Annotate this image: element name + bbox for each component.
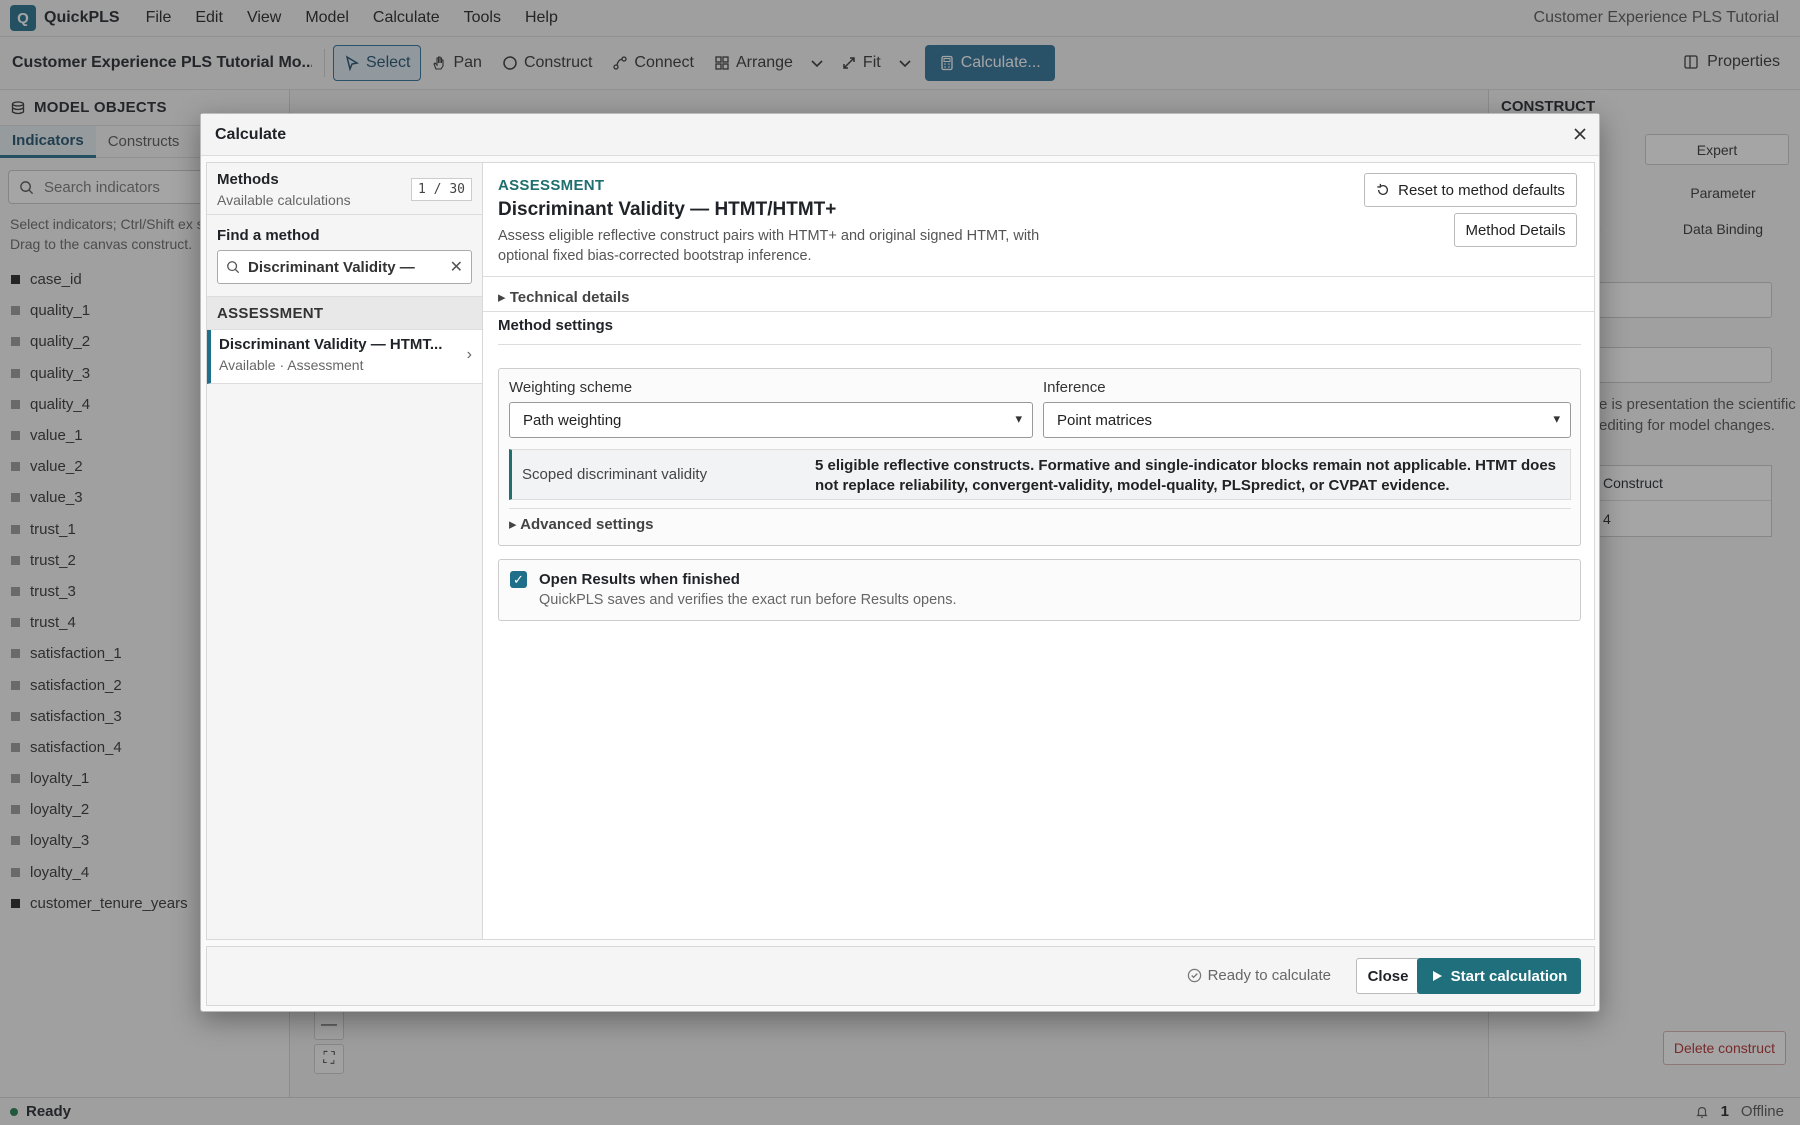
find-method-value: Discriminant Validity — [248, 258, 415, 276]
divider [483, 276, 1594, 277]
method-group-label: ASSESSMENT [207, 296, 482, 330]
method-detail: ASSESSMENT Discriminant Validity — HTMT/… [482, 162, 1595, 940]
reset-defaults-label: Reset to method defaults [1398, 181, 1565, 199]
advanced-settings-label: Advanced settings [520, 516, 654, 533]
caret-right-icon: ▸ [498, 289, 510, 306]
inference-value: Point matrices [1057, 411, 1153, 429]
dialog-title: Calculate [215, 125, 287, 143]
open-results-label: Open Results when finished [539, 571, 740, 588]
close-button-label: Close [1367, 967, 1409, 985]
methods-sidebar: Methods Available calculations 1 / 30 Fi… [206, 162, 482, 940]
scope-note-label: Scoped discriminant validity [522, 466, 708, 483]
search-icon [227, 261, 240, 274]
weighting-scheme-label: Weighting scheme [509, 379, 633, 396]
method-settings-heading: Method settings [498, 317, 613, 334]
methods-counter: 1 / 30 [411, 178, 472, 201]
weighting-scheme-select[interactable]: Path weighting ▾ [509, 402, 1033, 438]
play-icon [1432, 971, 1442, 981]
method-description: Assess eligible reflective construct pai… [498, 228, 1040, 264]
open-results-description: QuickPLS saves and verifies the exact ru… [539, 592, 957, 608]
method-title: Discriminant Validity — HTMT/HTMT+ [498, 199, 837, 220]
divider [509, 508, 1571, 509]
ready-status-text: Ready to calculate [1207, 967, 1331, 984]
find-method-label: Find a method [217, 227, 320, 244]
start-calculation-button[interactable]: Start calculation [1417, 958, 1581, 994]
method-category: ASSESSMENT [498, 177, 605, 194]
inference-select[interactable]: Point matrices ▾ [1043, 402, 1571, 438]
divider [498, 344, 1581, 345]
reset-defaults-button[interactable]: Reset to method defaults [1364, 173, 1577, 207]
open-results-option: ✓ Open Results when finished QuickPLS sa… [498, 559, 1581, 621]
close-glyph [1574, 128, 1586, 140]
method-list-item[interactable]: Discriminant Validity — HTMT... Availabl… [207, 330, 482, 384]
method-details-button[interactable]: Method Details [1454, 213, 1577, 247]
dialog-titlebar: Calculate [201, 114, 1599, 156]
methods-header: Methods Available calculations 1 / 30 [207, 163, 482, 215]
chevron-down-icon: ▾ [1553, 411, 1560, 426]
method-item-name: Discriminant Validity — HTMT... [219, 336, 443, 353]
reset-icon [1377, 183, 1389, 196]
caret-right-icon: ▸ [509, 516, 521, 533]
scope-note: Scoped discriminant validity 5 eligible … [509, 449, 1571, 500]
divider [483, 311, 1594, 312]
dialog-footer: Ready to calculate Close Start calculati… [206, 946, 1595, 1006]
close-icon[interactable] [1573, 124, 1587, 147]
start-calculation-label: Start calculation [1450, 967, 1568, 985]
chevron-right-icon: › [466, 346, 472, 363]
scope-note-text: 5 eligible reflective constructs. Format… [815, 457, 1557, 494]
calculate-dialog: Calculate Methods Available calculations… [200, 113, 1600, 1012]
check-circle-icon [1187, 968, 1201, 983]
inference-label: Inference [1043, 379, 1106, 396]
settings-group: Weighting scheme Path weighting ▾ Infere… [498, 368, 1581, 546]
open-results-checkbox[interactable]: ✓ [510, 571, 527, 588]
clear-search-icon[interactable]: ✕ [450, 257, 463, 277]
ready-status: Ready to calculate [1187, 967, 1331, 984]
method-item-meta: Available · Assessment [219, 357, 364, 373]
chevron-down-icon: ▾ [1015, 411, 1022, 426]
close-button[interactable]: Close [1356, 958, 1420, 994]
advanced-settings-toggle[interactable]: ▸ Advanced settings [509, 515, 654, 533]
weighting-scheme-value: Path weighting [523, 411, 622, 429]
technical-details-label: Technical details [509, 289, 630, 306]
technical-details-toggle[interactable]: ▸ Technical details [498, 288, 629, 306]
method-details-label: Method Details [1465, 221, 1566, 239]
find-method-input[interactable]: Discriminant Validity — ✕ [217, 250, 472, 284]
